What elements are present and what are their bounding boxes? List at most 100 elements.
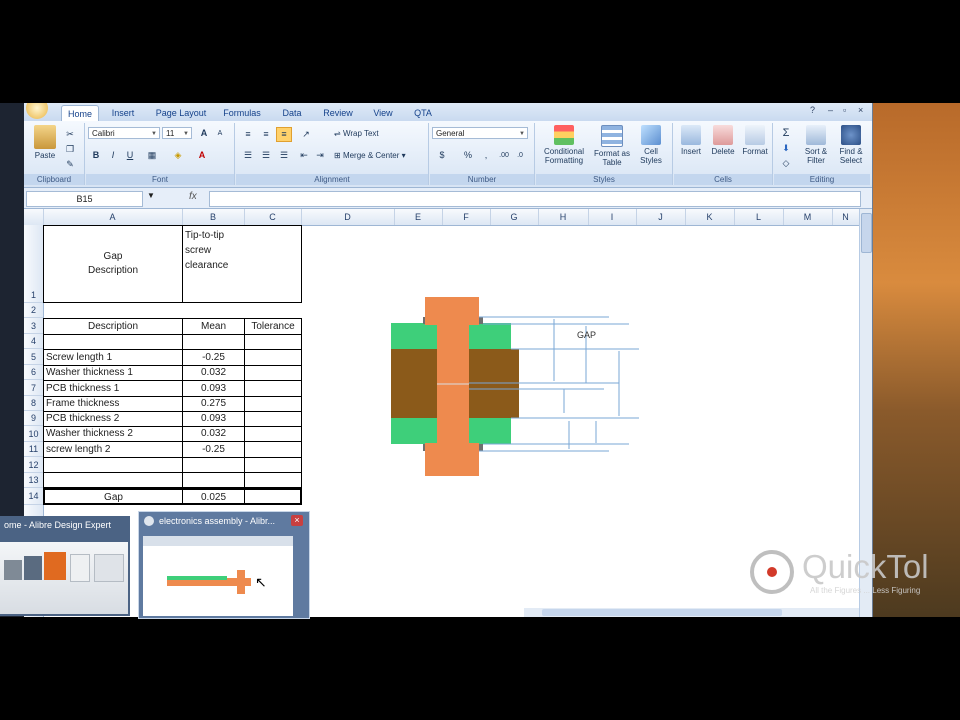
align-middle-icon[interactable]: ≡: [258, 127, 274, 142]
tab-review[interactable]: Review: [320, 105, 356, 121]
column-header[interactable]: K: [685, 209, 735, 225]
name-box[interactable]: B15: [26, 191, 143, 207]
row-header[interactable]: 10: [24, 426, 43, 442]
italic-button[interactable]: I: [105, 148, 121, 163]
table-row-tolerance[interactable]: [244, 381, 302, 397]
tab-view[interactable]: View: [370, 105, 396, 121]
shrink-font-button[interactable]: A: [212, 126, 228, 141]
table-row-blank[interactable]: [244, 457, 302, 473]
row-header[interactable]: 5: [24, 349, 43, 365]
increase-indent-icon[interactable]: ⇥: [312, 148, 328, 163]
stackup-diagram[interactable]: GAP: [389, 291, 639, 476]
align-center-icon[interactable]: ☰: [258, 148, 274, 163]
row-header[interactable]: 11: [24, 442, 43, 457]
decrease-decimal-icon[interactable]: .0: [512, 148, 528, 163]
cell-b1[interactable]: Tip-to-tip screw clearance: [182, 225, 302, 303]
row-4-blank[interactable]: [43, 334, 302, 350]
table-row-mean[interactable]: 0.275: [182, 396, 245, 412]
autosum-button[interactable]: Σ: [778, 126, 794, 141]
row-header[interactable]: 4: [24, 334, 43, 349]
column-header[interactable]: B: [182, 209, 245, 225]
borders-icon[interactable]: ▦: [144, 148, 160, 163]
total-desc[interactable]: Gap: [43, 488, 183, 505]
horizontal-scrollbar[interactable]: [524, 608, 859, 617]
align-left-icon[interactable]: ☰: [240, 148, 256, 163]
table-row-desc[interactable]: PCB thickness 1: [43, 381, 183, 397]
merge-center-button[interactable]: ⊞ Merge & Center ▾: [334, 151, 406, 160]
office-button[interactable]: [26, 103, 48, 119]
table-row-mean[interactable]: 0.032: [182, 365, 245, 381]
select-all-corner[interactable]: [24, 209, 44, 225]
column-header[interactable]: D: [301, 209, 395, 225]
table-row-desc[interactable]: Screw length 1: [43, 350, 183, 366]
tab-qta[interactable]: QTA: [410, 105, 436, 121]
underline-button[interactable]: U: [122, 148, 138, 163]
table-row-tolerance[interactable]: [244, 350, 302, 366]
currency-button[interactable]: $: [434, 148, 450, 163]
table-row-tolerance[interactable]: [244, 426, 302, 442]
find-select-button[interactable]: Find & Select: [834, 125, 868, 165]
row-header[interactable]: 2: [24, 303, 43, 318]
column-header[interactable]: H: [538, 209, 589, 225]
row-header[interactable]: 12: [24, 457, 43, 473]
column-header[interactable]: N: [832, 209, 860, 225]
table-row-desc[interactable]: Frame thickness: [43, 396, 183, 412]
wrap-text-button[interactable]: ⇌ Wrap Text: [334, 129, 379, 138]
tab-insert[interactable]: Insert: [106, 105, 140, 121]
decrease-indent-icon[interactable]: ⇤: [296, 148, 312, 163]
conditional-formatting-button[interactable]: Conditional Formatting: [538, 125, 590, 165]
format-painter-icon[interactable]: ✎: [62, 157, 78, 172]
table-row-tolerance[interactable]: [244, 396, 302, 412]
scroll-thumb[interactable]: [861, 213, 872, 253]
align-right-icon[interactable]: ☰: [276, 148, 292, 163]
table-row-mean[interactable]: 0.093: [182, 411, 245, 427]
column-header[interactable]: E: [394, 209, 443, 225]
table-row-tolerance[interactable]: [244, 411, 302, 427]
table-row-desc[interactable]: Washer thickness 2: [43, 426, 183, 442]
column-header[interactable]: C: [244, 209, 302, 225]
tab-formulas[interactable]: Formulas: [220, 105, 264, 121]
table-row-blank[interactable]: [182, 457, 245, 473]
total-mean[interactable]: 0.025: [182, 488, 245, 505]
close-icon[interactable]: ×: [858, 105, 863, 115]
insert-function-button[interactable]: fx: [189, 191, 197, 202]
header-mean[interactable]: Mean: [182, 318, 245, 335]
orientation-icon[interactable]: ↗: [298, 127, 314, 142]
taskbar-preview-electronics[interactable]: electronics assembly - Alibr... × ↖: [138, 511, 310, 619]
table-row-desc[interactable]: PCB thickness 2: [43, 411, 183, 427]
percent-button[interactable]: %: [460, 148, 476, 163]
increase-decimal-icon[interactable]: .00: [496, 148, 512, 163]
table-row-desc[interactable]: Washer thickness 1: [43, 365, 183, 381]
table-row-mean[interactable]: 0.093: [182, 381, 245, 397]
column-header[interactable]: M: [783, 209, 833, 225]
table-row-tolerance[interactable]: [244, 442, 302, 458]
table-row-blank[interactable]: [43, 472, 183, 488]
column-header[interactable]: L: [734, 209, 784, 225]
font-name-combo[interactable]: Calibri ▼: [88, 127, 160, 139]
number-format-combo[interactable]: General ▼: [432, 127, 528, 139]
close-icon[interactable]: ×: [291, 515, 303, 526]
align-top-icon[interactable]: ≡: [240, 127, 256, 142]
row-header[interactable]: 14: [24, 488, 43, 505]
cell-styles-button[interactable]: Cell Styles: [634, 125, 668, 165]
header-tolerance[interactable]: Tolerance: [244, 318, 302, 335]
row-header[interactable]: 7: [24, 380, 43, 396]
taskbar-preview-alibre[interactable]: ome - Alibre Design Expert: [0, 516, 130, 616]
comma-button[interactable]: ,: [478, 148, 494, 163]
column-header[interactable]: A: [43, 209, 183, 225]
column-header[interactable]: I: [588, 209, 637, 225]
grow-font-button[interactable]: A: [196, 126, 212, 141]
delete-cells-button[interactable]: Delete: [708, 125, 738, 156]
tab-data[interactable]: Data: [278, 105, 306, 121]
format-cells-button[interactable]: Format: [740, 125, 770, 156]
tab-home[interactable]: Home: [61, 105, 99, 122]
table-row-blank[interactable]: [244, 472, 302, 488]
bold-button[interactable]: B: [88, 148, 104, 163]
row-header[interactable]: 13: [24, 473, 43, 488]
font-size-combo[interactable]: 11 ▼: [162, 127, 192, 139]
tab-page-layout[interactable]: Page Layout: [152, 105, 210, 121]
font-color-icon[interactable]: A: [194, 148, 210, 163]
cell-a1[interactable]: Gap Description: [43, 225, 182, 303]
align-bottom-icon[interactable]: ≡: [276, 127, 292, 142]
clear-icon[interactable]: ◇: [778, 156, 794, 171]
